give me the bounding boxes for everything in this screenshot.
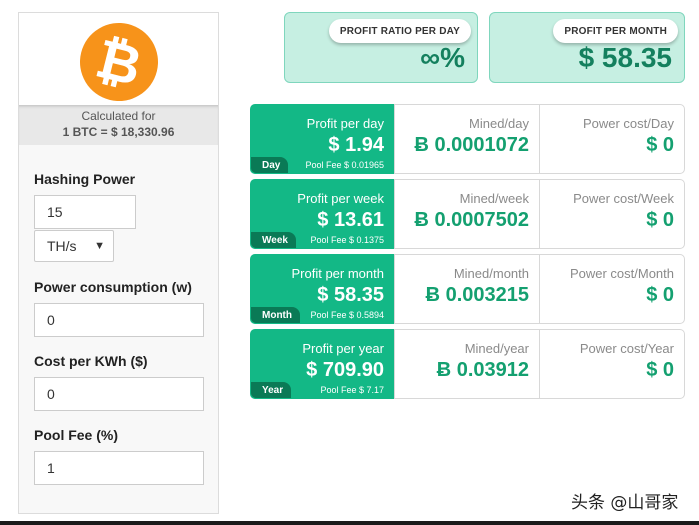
pool-fee-label: Pool Fee (%) <box>34 427 119 443</box>
mined-label: Mined/year <box>464 341 529 356</box>
mined-value: Ƀ 0.03912 <box>436 359 529 381</box>
hash-unit-select[interactable]: TH/s ▼ <box>34 230 114 262</box>
profit-value: $ 13.61 <box>317 209 384 231</box>
profit-month-card: PROFIT PER MONTH $ 58.35 <box>489 12 685 83</box>
profit-cell: Profit per day $ 1.94 Day Pool Fee $ 0.0… <box>250 104 395 174</box>
mined-cell: Mined/day Ƀ 0.0001072 <box>394 104 540 174</box>
profit-label: Profit per month <box>291 266 385 281</box>
profit-label: Profit per day <box>306 116 384 131</box>
bitcoin-logo-icon: ₿ <box>71 14 167 110</box>
mined-cell: Mined/month Ƀ 0.003215 <box>394 254 540 324</box>
hashing-power-input[interactable]: 15 <box>34 195 136 229</box>
profit-value: $ 709.90 <box>306 359 384 381</box>
profit-month-label: PROFIT PER MONTH <box>553 19 678 43</box>
pool-fee-amount: Pool Fee $ 0.01965 <box>305 160 384 170</box>
hash-unit-value: TH/s <box>47 238 77 254</box>
mined-cell: Mined/week Ƀ 0.0007502 <box>394 179 540 249</box>
btc-rate: 1 BTC = $ 18,330.96 <box>62 125 175 139</box>
profit-ratio-card: PROFIT RATIO PER DAY ∞% <box>284 12 478 83</box>
mined-label: Mined/day <box>469 116 529 131</box>
power-cost-cell: Power cost/Month $ 0 <box>539 254 685 324</box>
logo-area: ₿ <box>19 13 218 110</box>
calculator-panel: ₿ Calculated for 1 BTC = $ 18,330.96 Has… <box>18 12 219 514</box>
power-cost-cell: Power cost/Week $ 0 <box>539 179 685 249</box>
profit-month-value: $ 58.35 <box>578 42 672 73</box>
mined-value: Ƀ 0.003215 <box>425 284 529 306</box>
mined-label: Mined/month <box>453 266 529 281</box>
power-consumption-input[interactable]: 0 <box>34 303 204 337</box>
pool-fee-amount: Pool Fee $ 7.17 <box>320 385 384 395</box>
profit-cell: Profit per month $ 58.35 Month Pool Fee … <box>250 254 395 324</box>
period-badge: Week <box>251 232 296 248</box>
period-badge: Year <box>251 382 292 398</box>
mined-value: Ƀ 0.0001072 <box>414 134 529 156</box>
rate-box: Calculated for 1 BTC = $ 18,330.96 <box>19 105 218 145</box>
power-cost-value: $ 0 <box>646 209 674 231</box>
power-consumption-label: Power consumption (w) <box>34 279 192 295</box>
profit-ratio-value: ∞% <box>420 42 465 73</box>
profit-label: Profit per week <box>297 191 384 206</box>
period-badge: Day <box>251 157 289 173</box>
profit-value: $ 58.35 <box>317 284 384 306</box>
mined-label: Mined/week <box>459 191 529 206</box>
mined-value: Ƀ 0.0007502 <box>414 209 529 231</box>
power-cost-value: $ 0 <box>646 134 674 156</box>
power-cost-value: $ 0 <box>646 284 674 306</box>
period-badge: Month <box>251 307 300 323</box>
power-cost-label: Power cost/Day <box>582 116 674 131</box>
profit-label: Profit per year <box>302 341 384 356</box>
pool-fee-amount: Pool Fee $ 0.5894 <box>310 310 384 320</box>
cost-per-kwh-input[interactable]: 0 <box>34 377 204 411</box>
power-cost-label: Power cost/Year <box>579 341 674 356</box>
period-row-year: Profit per year $ 709.90 Year Pool Fee $… <box>250 329 685 399</box>
cost-per-kwh-label: Cost per KWh ($) <box>34 353 148 369</box>
power-cost-value: $ 0 <box>646 359 674 381</box>
mined-cell: Mined/year Ƀ 0.03912 <box>394 329 540 399</box>
power-cost-cell: Power cost/Day $ 0 <box>539 104 685 174</box>
chevron-down-icon: ▼ <box>94 240 105 252</box>
profit-cell: Profit per year $ 709.90 Year Pool Fee $… <box>250 329 395 399</box>
power-cost-label: Power cost/Month <box>569 266 674 281</box>
period-row-month: Profit per month $ 58.35 Month Pool Fee … <box>250 254 685 324</box>
power-cost-cell: Power cost/Year $ 0 <box>539 329 685 399</box>
profit-cell: Profit per week $ 13.61 Week Pool Fee $ … <box>250 179 395 249</box>
calculated-for-label: Calculated for <box>81 109 156 123</box>
bottom-bar <box>0 521 699 525</box>
period-row-day: Profit per day $ 1.94 Day Pool Fee $ 0.0… <box>250 104 685 174</box>
period-row-week: Profit per week $ 13.61 Week Pool Fee $ … <box>250 179 685 249</box>
pool-fee-input[interactable]: 1 <box>34 451 204 485</box>
profit-value: $ 1.94 <box>328 134 384 156</box>
profit-ratio-label: PROFIT RATIO PER DAY <box>328 19 471 43</box>
pool-fee-amount: Pool Fee $ 0.1375 <box>310 235 384 245</box>
watermark: 头条 @山哥家 <box>571 493 679 513</box>
hashing-power-label: Hashing Power <box>34 171 136 187</box>
power-cost-label: Power cost/Week <box>573 191 674 206</box>
